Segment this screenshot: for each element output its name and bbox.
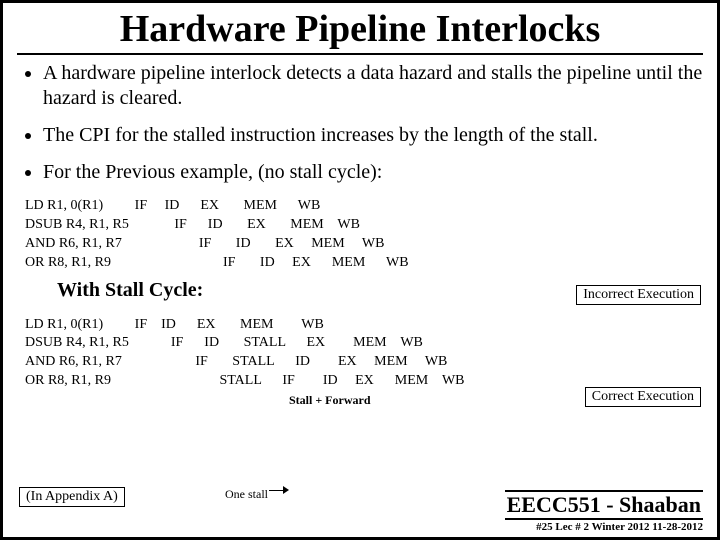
course-label: EECC551 - Shaaban xyxy=(505,490,703,520)
bullet-list: A hardware pipeline interlock detects a … xyxy=(17,61,703,185)
bullet-item: For the Previous example, (no stall cycl… xyxy=(43,160,703,185)
incorrect-execution-tag: Incorrect Execution xyxy=(576,285,701,305)
one-stall-label: One stall xyxy=(225,487,268,502)
appendix-tag: (In Appendix A) xyxy=(19,487,125,507)
bullet-item: A hardware pipeline interlock detects a … xyxy=(43,61,703,111)
page-title: Hardware Pipeline Interlocks xyxy=(17,7,703,55)
bullet-item: The CPI for the stalled instruction incr… xyxy=(43,123,703,148)
pipeline-no-stall: LD R1, 0(R1) IF ID EX MEM WB DSUB R4, R1… xyxy=(25,197,703,273)
correct-execution-tag: Correct Execution xyxy=(585,387,701,407)
stall-forward-label: Stall + Forward xyxy=(289,393,371,408)
slide: Hardware Pipeline Interlocks A hardware … xyxy=(0,0,720,540)
pipeline-with-stall: LD R1, 0(R1) IF ID EX MEM WB DSUB R4, R1… xyxy=(25,316,703,392)
slide-meta: #25 Lec # 2 Winter 2012 11-28-2012 xyxy=(505,521,703,533)
arrow-icon xyxy=(269,483,289,497)
footer: EECC551 - Shaaban #25 Lec # 2 Winter 201… xyxy=(505,490,703,533)
